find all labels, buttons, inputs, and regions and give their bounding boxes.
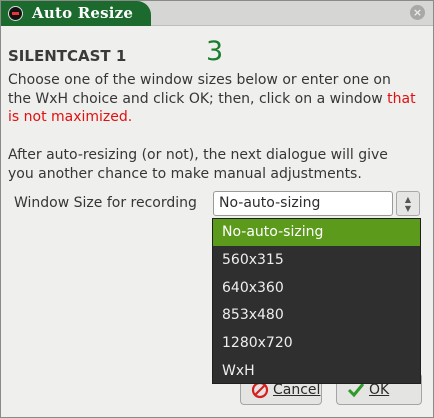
followup-message: After auto-resizing (or not), the next d…: [8, 146, 433, 183]
title-tab: Auto Resize: [1, 1, 151, 26]
size-option[interactable]: No-auto-sizing: [213, 219, 420, 246]
app-icon: [8, 6, 23, 21]
instruction-line-1: Choose one of the window sizes below or …: [8, 72, 391, 88]
size-option[interactable]: 1280x720: [213, 330, 420, 357]
auto-resize-window: Auto Resize × SILENTCAST 1 3 Choose one …: [0, 0, 434, 418]
window-size-label: Window Size for recording: [14, 195, 197, 211]
window-size-combo[interactable]: No-auto-sizing: [213, 191, 393, 216]
followup-line-1: After auto-resizing (or not), the next d…: [8, 147, 388, 163]
window-size-dropdown[interactable]: No-auto-sizing 560x315 640x360 853x480 1…: [212, 218, 421, 384]
instruction-warning-part: that: [387, 90, 416, 107]
dialog-heading: SILENTCAST 1: [8, 47, 127, 65]
spin-down-icon[interactable]: ▼: [397, 204, 419, 213]
spin-arrows-icon[interactable]: ▲ ▼: [396, 191, 420, 216]
size-option[interactable]: 640x360: [213, 275, 420, 302]
instruction-line-2: the WxH choice and click OK; then, click…: [8, 90, 383, 107]
window-size-value: No-auto-sizing: [219, 195, 321, 211]
size-option[interactable]: 853x480: [213, 302, 420, 329]
window-title: Auto Resize: [32, 4, 134, 22]
spin-up-icon[interactable]: ▲: [397, 195, 419, 204]
size-option[interactable]: 560x315: [213, 247, 420, 274]
close-icon[interactable]: ×: [410, 5, 425, 20]
followup-line-2: you another chance to make manual adjust…: [8, 165, 362, 182]
countdown-value: 3: [206, 36, 224, 67]
title-bar[interactable]: Auto Resize ×: [1, 1, 433, 26]
instruction-warning-line: is not maximized.: [8, 109, 133, 125]
size-option[interactable]: WxH: [213, 358, 420, 385]
instruction-message: Choose one of the window sizes below or …: [8, 71, 433, 127]
